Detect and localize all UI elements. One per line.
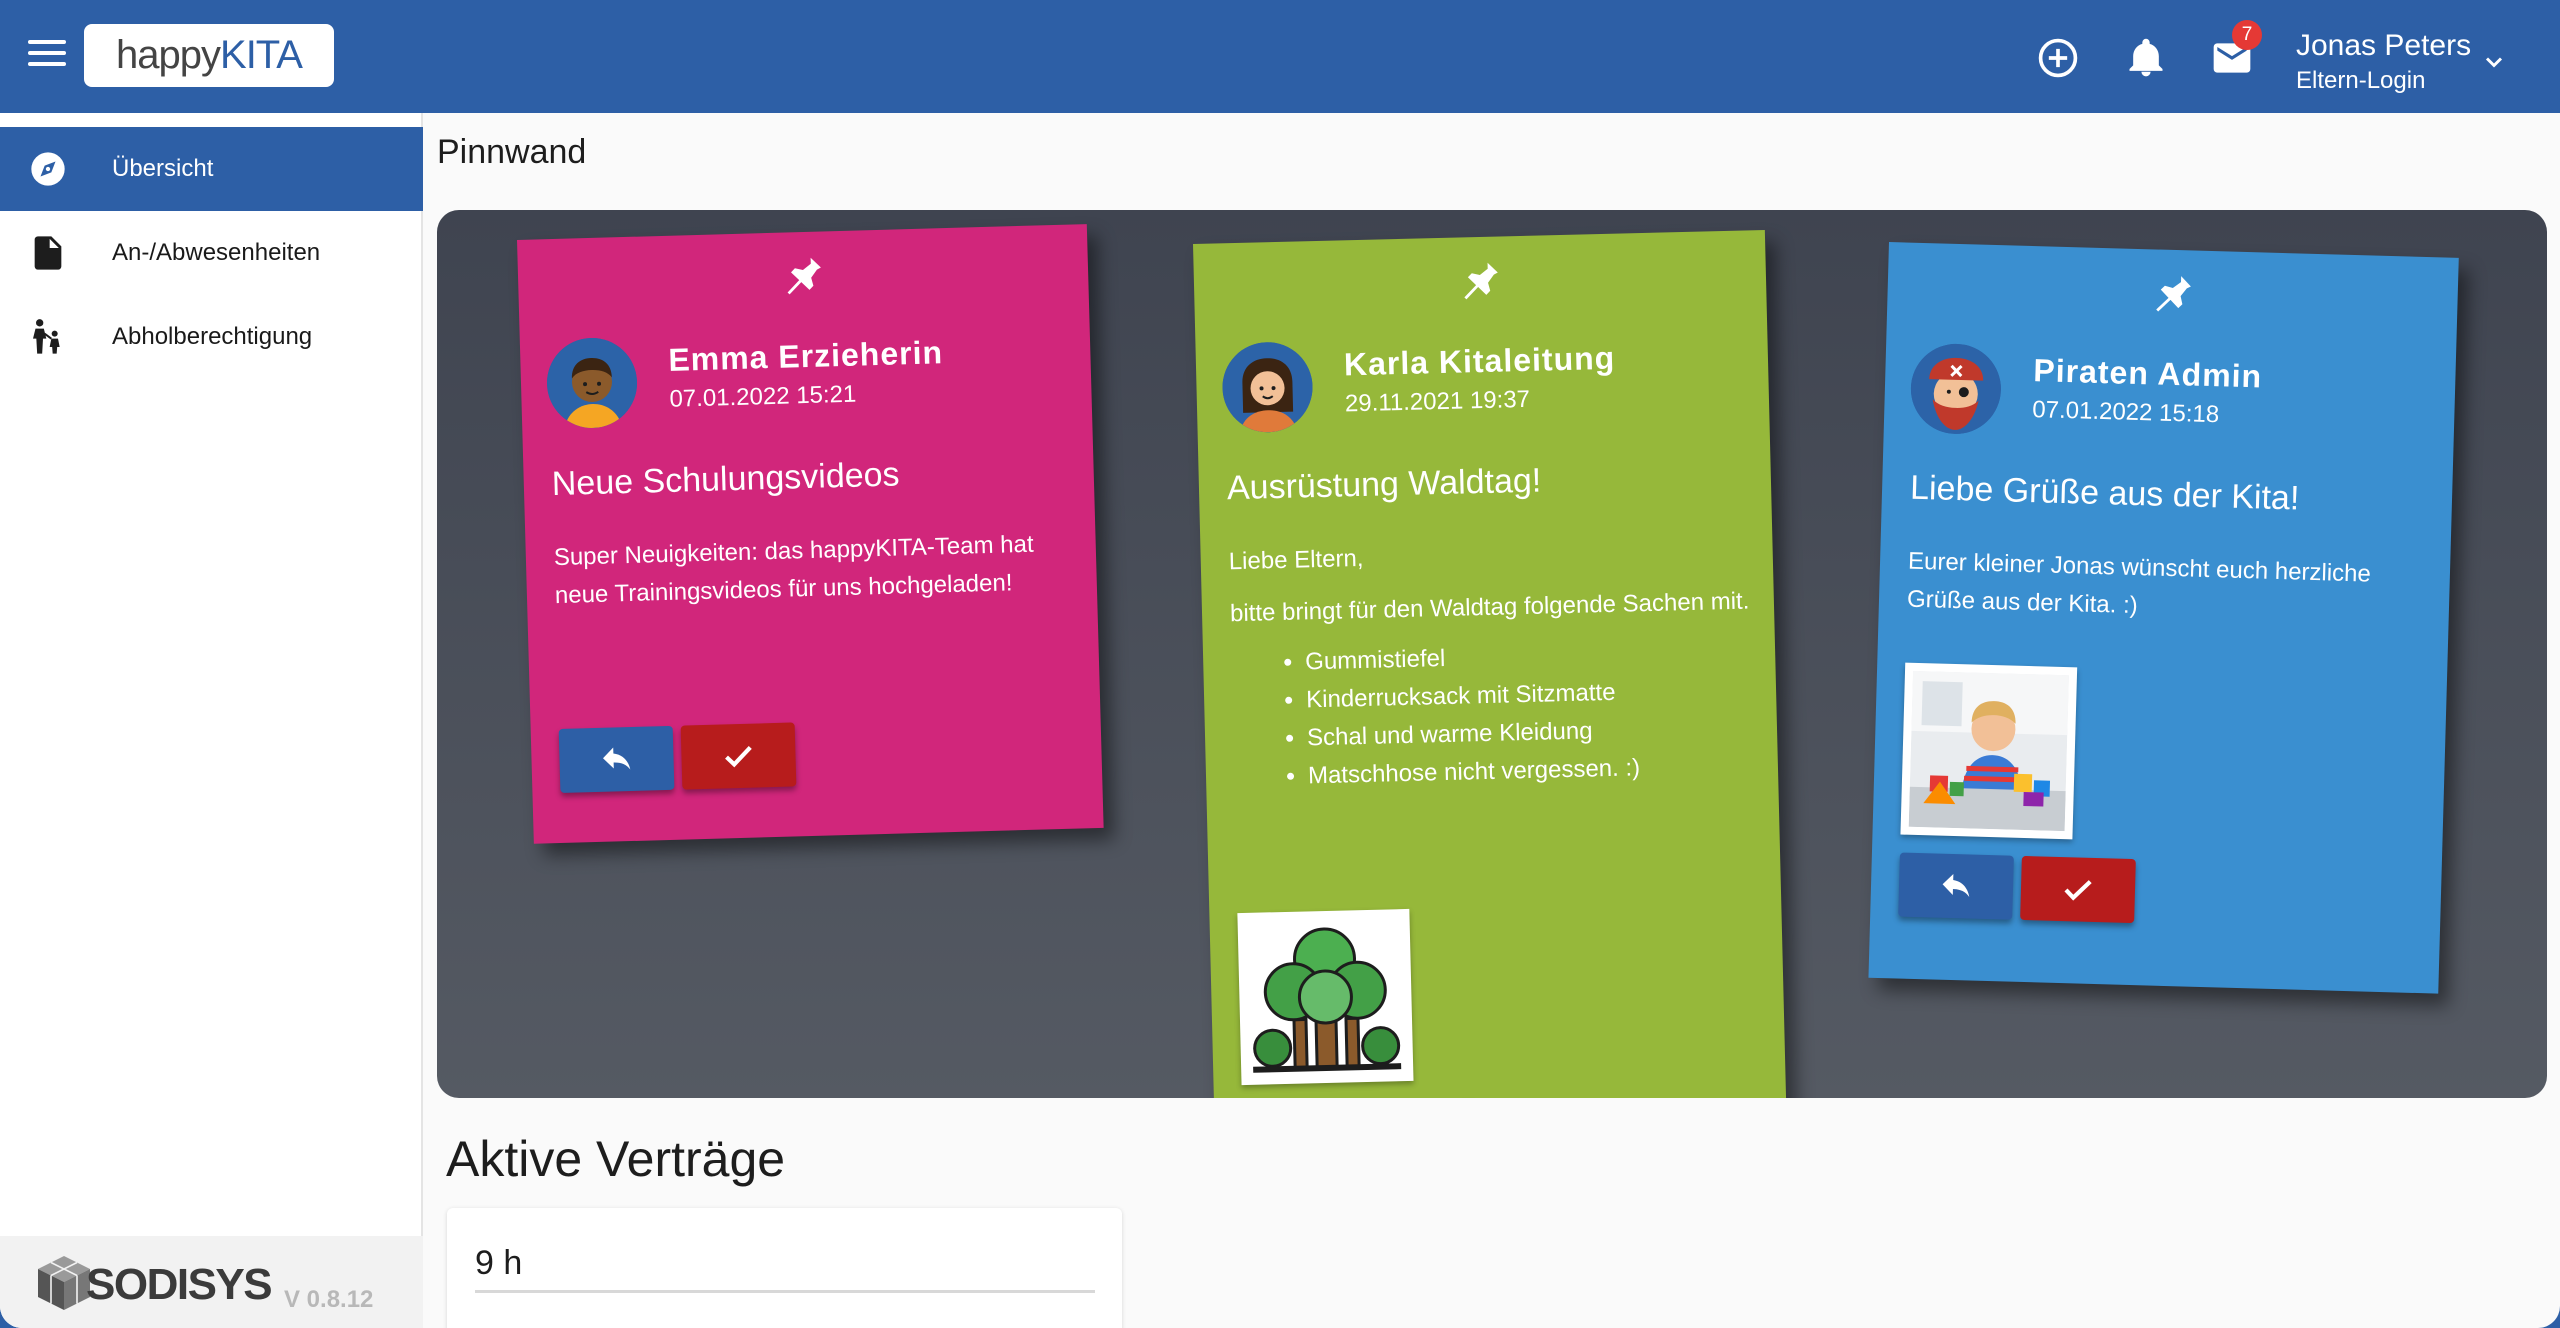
- reply-icon: [603, 747, 631, 770]
- parent-child-icon: [33, 319, 60, 354]
- user-menu[interactable]: Jonas Peters Eltern-Login: [2296, 28, 2471, 96]
- sidebar-item-label: Übersicht: [112, 155, 214, 182]
- sodisys-brand: SODISYS: [86, 1260, 273, 1309]
- user-name: Jonas Peters: [2296, 29, 2472, 62]
- contract-hours: 9 h: [475, 1244, 523, 1282]
- divider: [475, 1290, 1095, 1293]
- sidebar-item-absences[interactable]: An-/Abwesenheiten: [0, 211, 423, 295]
- note-greeting: Liebe Eltern,: [1228, 544, 1364, 576]
- logo-prefix: happy: [116, 33, 221, 77]
- menu-icon[interactable]: [28, 40, 66, 70]
- note-date: 07.01.2022 15:21: [669, 380, 857, 413]
- note-body: Super Neuigkeiten: das happyKITA-Team ha…: [553, 530, 1034, 610]
- sidebar-item-overview[interactable]: Übersicht: [0, 127, 423, 211]
- note-list: Gummistiefel Kinderrucksack mit Sitzmatt…: [1305, 632, 1755, 795]
- pin-icon: [1464, 262, 1498, 300]
- app-window: happy KITA 7 Jonas Peters Eltern-Login Ü…: [0, 0, 2560, 1328]
- confirm-button[interactable]: [680, 722, 797, 790]
- sidebar: Übersicht An-/Abwesenheiten Abholberecht…: [0, 113, 423, 1328]
- avatar: [545, 336, 639, 430]
- chevron-down-icon[interactable]: [2480, 48, 2508, 76]
- note-body: Liebe Eltern, bitte bringt für den Waldt…: [1228, 531, 1754, 798]
- contract-card[interactable]: 9 h: [447, 1208, 1122, 1328]
- note-author: Karla Kitaleitung: [1343, 339, 1616, 383]
- forest-icon: [1253, 927, 1402, 1073]
- bell-icon[interactable]: [2124, 36, 2168, 80]
- note-author: Piraten Admin: [2032, 352, 2263, 395]
- note-image-child-playing[interactable]: [1900, 662, 2078, 840]
- note-date: 29.11.2021 19:37: [1344, 385, 1531, 418]
- compass-icon: [31, 152, 65, 186]
- avatar: [1909, 342, 2003, 436]
- note-date: 07.01.2022 15:18: [2032, 396, 2220, 429]
- sidebar-footer: SODISYS V 0.8.12: [0, 1236, 423, 1328]
- app-version: V 0.8.12: [284, 1286, 374, 1313]
- pin-icon: [2156, 276, 2191, 312]
- note-title: Neue Schulungsvideos: [551, 455, 901, 504]
- check-icon: [725, 745, 752, 768]
- note-author: Emma Erzieherin: [667, 334, 944, 378]
- note-title: Liebe Grüße aus der Kita!: [1909, 468, 2300, 518]
- user-role: Eltern-Login: [2296, 67, 2426, 94]
- sidebar-item-label: An-/Abwesenheiten: [112, 239, 321, 266]
- photo-child-icon: [1908, 670, 2069, 832]
- reply-button[interactable]: [558, 725, 675, 794]
- contracts-title: Aktive Verträge: [446, 1131, 786, 1187]
- mail-badge: 7: [2232, 20, 2262, 50]
- pinboard-note: Karla Kitaleitung 29.11.2021 19:37 Ausrü…: [1193, 230, 1788, 1098]
- top-app-bar: happy KITA 7 Jonas Peters Eltern-Login: [0, 0, 2560, 113]
- note-title: Ausrüstung Waldtag!: [1226, 461, 1542, 508]
- note-image-forest[interactable]: [1237, 908, 1414, 1086]
- logo-suffix: KITA: [220, 33, 303, 77]
- reply-icon: [1942, 874, 1970, 897]
- pinboard-note: Emma Erzieherin 07.01.2022 15:21 Neue Sc…: [517, 224, 1104, 844]
- sidebar-item-label: Abholberechtigung: [112, 323, 313, 350]
- pinboard-note: Piraten Admin 07.01.2022 15:18 Liebe Grü…: [1868, 242, 2459, 994]
- avatar: [1221, 341, 1314, 434]
- note-body: Eurer kleiner Jonas wünscht euch herzlic…: [1906, 547, 2372, 620]
- pinboard: Emma Erzieherin 07.01.2022 15:21 Neue Sc…: [437, 210, 2547, 1098]
- pinboard-title: Pinnwand: [437, 133, 587, 171]
- document-icon: [34, 236, 62, 270]
- note-text: bitte bringt für den Waldtag folgende Sa…: [1229, 587, 1750, 628]
- pin-icon: [787, 257, 821, 295]
- sidebar-item-pickup[interactable]: Abholberechtigung: [0, 295, 423, 379]
- check-icon: [2064, 880, 2092, 901]
- sodisys-cube-icon: [38, 1256, 90, 1310]
- confirm-button[interactable]: [2020, 855, 2136, 924]
- happykita-logo[interactable]: happy KITA: [84, 24, 334, 87]
- reply-button[interactable]: [1898, 852, 2014, 920]
- add-circle-icon[interactable]: [2036, 36, 2080, 80]
